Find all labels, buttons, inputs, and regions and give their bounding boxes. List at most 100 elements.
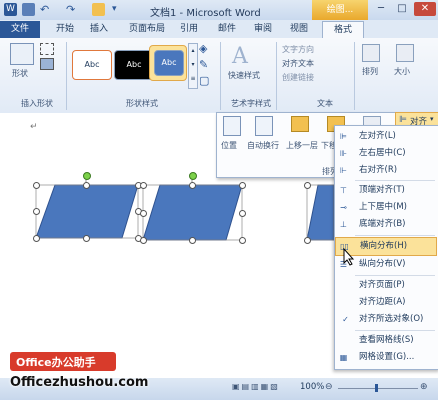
watermark-url: Officezhushou.com: [10, 375, 149, 390]
checkmark-icon: ✓: [342, 315, 349, 324]
view-buttons[interactable]: ▣▤▥▦▧: [232, 382, 302, 394]
size-button[interactable]: 大小: [394, 66, 410, 77]
zoom-slider-thumb[interactable]: [375, 384, 378, 392]
tab-mailings[interactable]: 邮件: [212, 21, 242, 38]
resize-handle[interactable]: [239, 182, 246, 189]
resize-handle[interactable]: [189, 182, 196, 189]
menu-item-grid-settings[interactable]: ▦ 网格设置(G)...: [335, 349, 437, 366]
menu-item-view-gridlines[interactable]: 查看网格线(S): [335, 332, 437, 349]
word-logo-icon[interactable]: W: [4, 3, 17, 16]
watermark-brand: Office办公助手: [16, 356, 96, 369]
wordart-a-icon[interactable]: A: [232, 44, 248, 69]
chevron-down-icon: ▾: [430, 115, 434, 123]
text-direction-button[interactable]: 文字方向: [282, 44, 314, 55]
create-link-button[interactable]: 创建链接: [282, 72, 314, 83]
resize-handle[interactable]: [239, 237, 246, 244]
rotate-handle[interactable]: [189, 172, 197, 180]
resize-handle[interactable]: [239, 210, 246, 217]
menu-separator: [355, 235, 435, 236]
tab-review[interactable]: 审阅: [248, 21, 278, 38]
tab-page-layout[interactable]: 页面布局: [122, 21, 172, 38]
bring-forward-button[interactable]: 上移一层: [286, 140, 318, 151]
menu-separator: [355, 275, 435, 276]
resize-handle[interactable]: [140, 210, 147, 217]
resize-handle[interactable]: [140, 182, 147, 189]
align-middle-icon: ⊸: [340, 203, 347, 212]
tab-insert[interactable]: 插入: [84, 21, 114, 38]
wrap-text-button[interactable]: 自动换行: [247, 140, 279, 151]
maximize-button[interactable]: □: [393, 2, 411, 16]
resize-handle[interactable]: [189, 237, 196, 244]
menu-item-align-top[interactable]: ⊤ 顶端对齐(T): [335, 182, 437, 199]
menu-item-align-center[interactable]: ⊪ 左右居中(C): [335, 145, 437, 162]
align-text-button[interactable]: 对齐文本: [282, 58, 314, 69]
zoom-out-icon[interactable]: ⊖: [325, 382, 333, 392]
menu-item-align-left[interactable]: ⊫ 左对齐(L): [335, 128, 437, 145]
menu-item-align-bottom[interactable]: ⊥ 底端对齐(B): [335, 216, 437, 233]
text-box-icon[interactable]: [40, 58, 54, 70]
menu-item-align-right[interactable]: ⊩ 右对齐(R): [335, 162, 437, 179]
minimize-button[interactable]: ─: [372, 2, 390, 16]
quick-styles-button[interactable]: 快速样式: [228, 70, 260, 81]
ribbon-separator: [220, 42, 221, 110]
zoom-in-icon[interactable]: ⊕: [420, 382, 428, 392]
position-button[interactable]: 位置: [221, 140, 237, 151]
resize-handle[interactable]: [83, 182, 90, 189]
open-folder-icon[interactable]: [92, 3, 105, 16]
align-top-icon: ⊤: [340, 186, 347, 195]
mouse-cursor-icon: [343, 248, 355, 266]
align-bottom-icon: ⊥: [340, 220, 347, 229]
tab-view[interactable]: 视图: [284, 21, 314, 38]
rotate-handle[interactable]: [83, 172, 91, 180]
shape-style-black[interactable]: Abc: [114, 50, 154, 80]
menu-separator: [355, 180, 435, 181]
resize-handle[interactable]: [33, 235, 40, 242]
parallelogram-shape-2: [142, 184, 243, 241]
customize-qat-icon[interactable]: ▾: [112, 3, 125, 16]
drawing-tools-context-label: 绘图...: [312, 0, 368, 20]
save-icon[interactable]: [22, 3, 35, 16]
menu-item-align-selected-objects[interactable]: ✓ 对齐所选对象(O): [335, 311, 437, 328]
resize-handle[interactable]: [140, 237, 147, 244]
resize-handle[interactable]: [304, 237, 311, 244]
resize-handle[interactable]: [33, 208, 40, 215]
wrap-text-icon[interactable]: [255, 116, 273, 136]
shape-fill-icon[interactable]: ◈: [199, 42, 213, 55]
parallelogram-shape-3: [306, 184, 335, 241]
size-icon[interactable]: [396, 44, 414, 62]
edit-shape-icon[interactable]: [40, 43, 54, 55]
menu-item-align-to-page[interactable]: 对齐页面(P): [335, 277, 437, 294]
shape-outline-icon[interactable]: ✎: [199, 58, 213, 71]
zoom-level[interactable]: 100%: [300, 382, 324, 392]
resize-handle[interactable]: [304, 182, 311, 189]
arrange-icon[interactable]: [362, 44, 380, 62]
position-icon[interactable]: [223, 116, 241, 136]
shape-styles-group-label: 形状样式: [126, 99, 158, 108]
undo-icon[interactable]: ↶: [40, 3, 53, 16]
bring-forward-icon[interactable]: [291, 116, 309, 132]
menu-item-align-middle[interactable]: ⊸ 上下居中(M): [335, 199, 437, 216]
shapes-icon[interactable]: [10, 43, 34, 65]
menu-item-align-to-margin[interactable]: 对齐边距(A): [335, 294, 437, 311]
ribbon-separator: [354, 42, 355, 110]
tab-format[interactable]: 格式: [322, 21, 364, 39]
shape-effects-icon[interactable]: ▢: [199, 74, 213, 87]
tab-home[interactable]: 开始: [50, 21, 80, 38]
tab-references[interactable]: 引用: [174, 21, 204, 38]
align-center-icon: ⊪: [340, 149, 347, 158]
zoom-slider[interactable]: [338, 388, 418, 389]
resize-handle[interactable]: [33, 182, 40, 189]
text-group-label: 文本: [317, 99, 333, 108]
insert-shapes-group-label: 插入形状: [21, 99, 53, 108]
close-button[interactable]: ✕: [414, 2, 436, 16]
ribbon-separator: [66, 42, 67, 110]
align-icon: ⊫: [399, 115, 407, 125]
resize-handle[interactable]: [83, 235, 90, 242]
shapes-button[interactable]: 形状: [12, 68, 28, 79]
redo-icon[interactable]: ↷: [66, 3, 79, 16]
arrange-button[interactable]: 排列: [362, 66, 378, 77]
styles-gallery-scroll[interactable]: ▴ ▾ ≡: [188, 43, 198, 89]
shape-style-blue[interactable]: Abc: [154, 50, 184, 76]
shape-style-white-orange[interactable]: Abc: [72, 50, 112, 80]
tab-file[interactable]: 文件: [0, 21, 40, 38]
